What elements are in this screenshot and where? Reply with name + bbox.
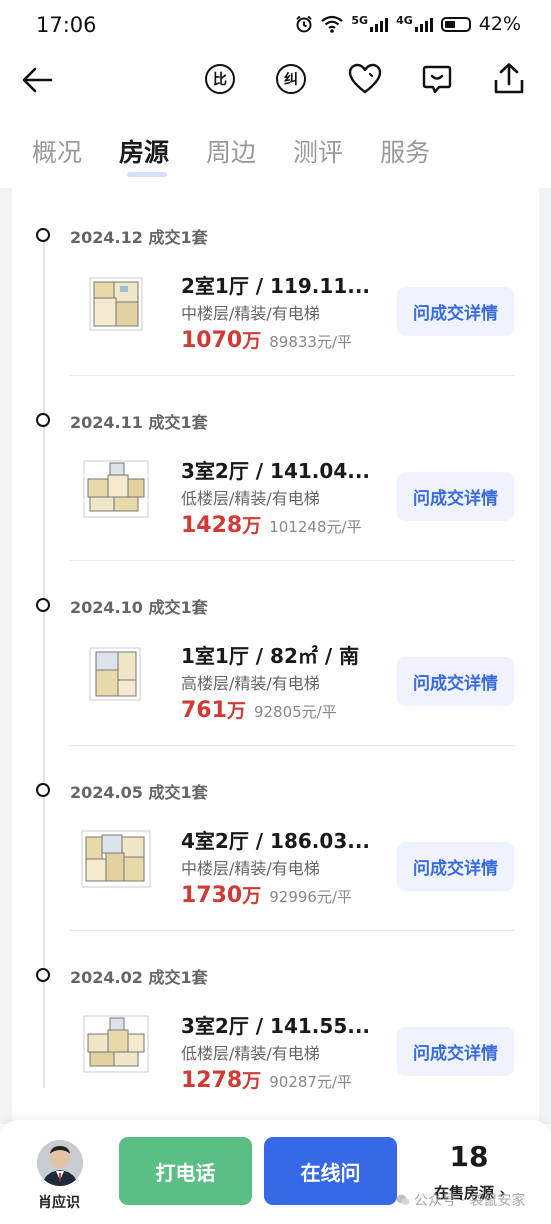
house-tags: 低楼层/精装/有电梯 [181, 489, 320, 508]
total-price: 1070 [181, 328, 243, 353]
transaction-entry[interactable]: 2024.05 成交1套 4室2厅 / 186.03... 中楼层/精装/有电梯… [0, 751, 551, 936]
total-price: 1428 [181, 513, 243, 538]
watermark: 公众号 · 袋鼠安家 [396, 1190, 525, 1210]
unit-price: 92805元/平 [253, 703, 337, 721]
online-ask-button[interactable]: 在线问 [264, 1137, 397, 1205]
timeline-dot [36, 413, 50, 427]
tab-surroundings[interactable]: 周边 [206, 133, 256, 169]
watermark-text: 公众号 · 袋鼠安家 [414, 1193, 526, 1209]
agent-name: 肖应识 [38, 1195, 80, 1211]
price-currency-unit: 万 [242, 515, 262, 537]
tab-listings[interactable]: 房源 [119, 133, 169, 177]
tab-service[interactable]: 服务 [380, 133, 430, 169]
price-row: 1070万 89833元/平 [181, 326, 352, 353]
price-currency-unit: 万 [226, 700, 246, 722]
timeline-dot [36, 968, 50, 982]
floorplan-thumbnail [83, 1015, 149, 1073]
message-button[interactable] [420, 62, 454, 96]
correction-button[interactable]: 纠 [274, 62, 308, 96]
total-price: 1278 [181, 1068, 243, 1093]
floorplan-thumbnail [89, 647, 141, 701]
house-tags: 中楼层/精装/有电梯 [181, 859, 320, 878]
network-4g-label: 4G [396, 13, 413, 27]
house-layout: 4室2厅 / 186.03... [181, 829, 371, 853]
unit-price: 89833元/平 [269, 333, 353, 351]
signal-4g-icon [414, 16, 433, 32]
unit-price: 101248元/平 [269, 518, 362, 536]
transaction-entry[interactable]: 2024.10 成交1套 1室1厅 / 82㎡ / 南 高楼层/精装/有电梯 7… [0, 566, 551, 751]
ask-deal-details-button[interactable]: 问成交详情 [397, 842, 514, 891]
correction-icon: 纠 [276, 64, 306, 94]
compare-button[interactable]: 比 [203, 62, 237, 96]
floorplan-thumbnail [83, 460, 149, 518]
back-button[interactable] [18, 60, 58, 100]
share-button[interactable] [492, 62, 526, 96]
battery-percent: 42% [478, 13, 521, 35]
house-layout: 1室1厅 / 82㎡ / 南 [181, 644, 360, 668]
timeline-dot [36, 783, 50, 797]
favorite-button[interactable] [348, 62, 382, 96]
share-icon [494, 63, 524, 94]
transaction-entry[interactable]: 2024.11 成交1套 3室2厅 / 141.04... 低楼层/精装/有电梯… [0, 381, 551, 566]
wifi-icon [321, 15, 344, 33]
floorplan-thumbnail [81, 830, 151, 888]
signal-5g-icon [370, 16, 389, 32]
entry-divider [70, 930, 514, 931]
total-price: 1730 [181, 883, 243, 908]
price-row: 1278万 90287元/平 [181, 1066, 352, 1093]
entry-divider [70, 560, 514, 561]
section-tabs: 概况 房源 周边 测评 服务 [32, 133, 430, 177]
agent-photo-icon [37, 1140, 83, 1186]
wechat-icon [396, 1194, 410, 1205]
price-row: 1428万 101248元/平 [181, 511, 362, 538]
call-button[interactable]: 打电话 [119, 1137, 252, 1205]
house-tags: 高楼层/精装/有电梯 [181, 674, 320, 693]
favorite-heart-icon [348, 63, 382, 94]
tab-review[interactable]: 测评 [293, 133, 343, 169]
timeline-dot [36, 598, 50, 612]
transaction-date: 2024.10 成交1套 [70, 598, 208, 617]
back-arrow-icon [22, 67, 53, 93]
status-icons: 5G 4G 42% [295, 13, 521, 35]
entry-divider [70, 375, 514, 376]
unit-price: 90287元/平 [269, 1073, 353, 1091]
house-layout: 3室2厅 / 141.04... [181, 459, 371, 483]
transaction-entry[interactable]: 2024.12 成交1套 2室1厅 / 119.11... 中楼层/精装/有电梯… [0, 196, 551, 381]
entry-divider [70, 745, 514, 746]
battery-icon [440, 16, 471, 32]
house-layout: 3室2厅 / 141.55... [181, 1014, 371, 1038]
transaction-date: 2024.11 成交1套 [70, 413, 208, 432]
chat-bubble-icon [422, 65, 452, 94]
status-bar: 17:06 5G 4G 42% [0, 0, 551, 52]
price-currency-unit: 万 [242, 330, 262, 352]
tab-overview[interactable]: 概况 [32, 133, 82, 169]
house-detail-page: 17:06 5G 4G 42% 比 纠 概况 房源 周边 测评 服务 2024.… [0, 0, 551, 1224]
house-tags: 中楼层/精装/有电梯 [181, 304, 320, 323]
compare-icon: 比 [205, 64, 235, 94]
network-5g-label: 5G [351, 13, 369, 27]
transaction-date: 2024.02 成交1套 [70, 968, 208, 987]
floorplan-thumbnail [89, 277, 143, 331]
ask-deal-details-button[interactable]: 问成交详情 [397, 287, 514, 336]
timeline-dot [36, 228, 50, 242]
unit-price: 92996元/平 [269, 888, 353, 906]
price-row: 761万 92805元/平 [181, 696, 337, 723]
transaction-entry[interactable]: 2024.02 成交1套 3室2厅 / 141.55... 低楼层/精装/有电梯… [0, 936, 551, 1121]
price-currency-unit: 万 [242, 885, 262, 907]
ask-deal-details-button[interactable]: 问成交详情 [397, 472, 514, 521]
listing-count[interactable]: 18 [440, 1140, 498, 1173]
status-time: 17:06 [36, 13, 97, 37]
price-row: 1730万 92996元/平 [181, 881, 352, 908]
total-price: 761 [181, 698, 227, 723]
transaction-date: 2024.12 成交1套 [70, 228, 208, 247]
price-currency-unit: 万 [242, 1070, 262, 1092]
agent-avatar[interactable] [37, 1140, 83, 1186]
alarm-icon [296, 15, 313, 33]
transaction-date: 2024.05 成交1套 [70, 783, 208, 802]
ask-deal-details-button[interactable]: 问成交详情 [397, 1027, 514, 1076]
ask-deal-details-button[interactable]: 问成交详情 [397, 657, 514, 706]
house-layout: 2室1厅 / 119.11... [181, 274, 371, 298]
house-tags: 低楼层/精装/有电梯 [181, 1044, 320, 1063]
